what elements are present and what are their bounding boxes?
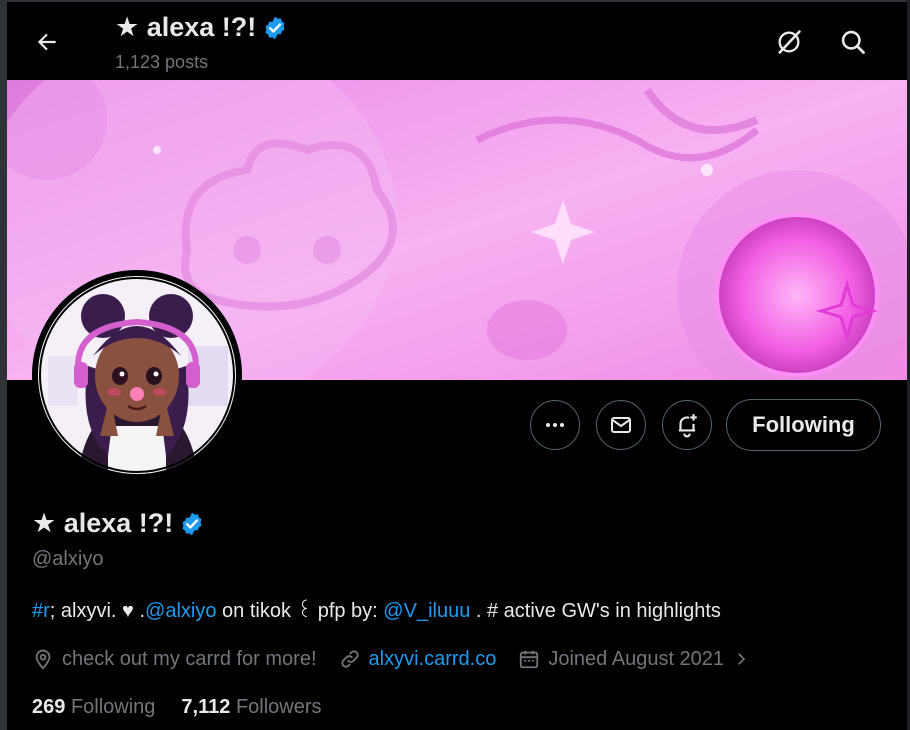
grok-icon bbox=[778, 30, 801, 54]
bio-mention-alxiyo[interactable]: @alxiyo bbox=[145, 600, 216, 622]
envelope-icon bbox=[611, 417, 631, 433]
followers-count-link[interactable]: 7,112 Followers bbox=[181, 696, 321, 719]
search-button[interactable] bbox=[833, 22, 873, 62]
bell-plus-icon bbox=[678, 414, 697, 438]
message-button[interactable] bbox=[596, 400, 646, 450]
chevron-right-icon bbox=[738, 653, 746, 665]
calendar-icon bbox=[520, 650, 539, 669]
profile-meta: check out my carrd for more! alxyvi.carr… bbox=[32, 644, 772, 674]
profile-website[interactable]: alxyvi.carrd.co bbox=[339, 648, 497, 671]
profile-location: check out my carrd for more! bbox=[32, 648, 317, 671]
profile-handle: @alxiyo bbox=[32, 548, 104, 570]
window-border-left bbox=[0, 0, 7, 730]
profile-header-bar: ★ alexa !?! 1,123 posts bbox=[7, 2, 907, 80]
more-dots-icon bbox=[546, 423, 564, 427]
avatar-image bbox=[38, 276, 236, 474]
bio-text-3: . # active GW's in highlights bbox=[470, 600, 721, 622]
posts-count: 1,123 posts bbox=[115, 52, 209, 72]
search-icon bbox=[841, 30, 865, 54]
bio-hashtag-link[interactable]: #r bbox=[32, 600, 50, 622]
link-icon bbox=[340, 650, 359, 668]
location-pin-icon bbox=[35, 649, 51, 670]
profile-joined[interactable]: Joined August 2021 bbox=[518, 648, 750, 671]
profile-display-name: ★ alexa !?! bbox=[32, 508, 205, 539]
following-count-link[interactable]: 269 Following bbox=[32, 696, 155, 719]
grok-button[interactable] bbox=[769, 22, 809, 62]
profile-bio: #r; alxyvi. ♥ .@alxiyo on tikok ꒰ pfp by… bbox=[32, 596, 721, 623]
profile-stats: 269 Following 7,112 Followers bbox=[32, 696, 322, 719]
bio-text-2: on tikok ꒰ pfp by: bbox=[216, 600, 384, 622]
following-button[interactable]: Following bbox=[726, 399, 881, 451]
profile-avatar[interactable] bbox=[32, 270, 242, 480]
back-button[interactable] bbox=[29, 24, 65, 60]
website-link[interactable]: alxyvi.carrd.co bbox=[369, 648, 497, 671]
verified-badge-icon bbox=[265, 16, 285, 39]
header-display-name: ★ alexa !?! bbox=[115, 12, 288, 43]
bio-mention-v-iluuu[interactable]: @V_iluuu bbox=[383, 600, 470, 622]
notifications-button[interactable] bbox=[662, 400, 712, 450]
verified-badge-icon bbox=[182, 512, 202, 535]
more-options-button[interactable] bbox=[530, 400, 580, 450]
arrow-left-icon bbox=[37, 33, 56, 51]
bio-text-1: ; alxyvi. ♥ . bbox=[49, 600, 146, 622]
